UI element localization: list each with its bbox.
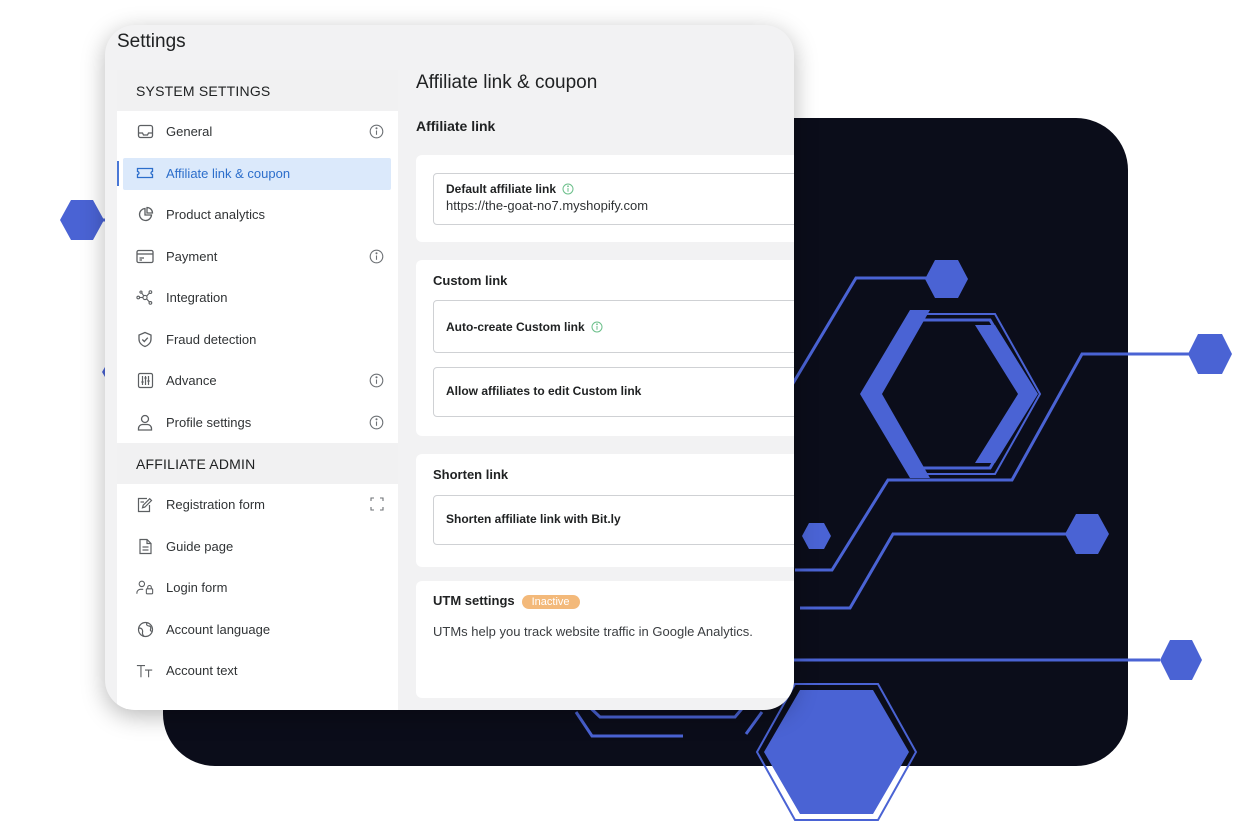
user-icon [136, 413, 154, 431]
affiliate-link-heading: Affiliate link [416, 118, 496, 134]
inbox-icon [136, 123, 154, 141]
network-icon [136, 289, 154, 307]
sidebar-item-label: Integration [166, 290, 228, 306]
sidebar-item-guide-page[interactable]: Guide page [117, 526, 398, 568]
sidebar-item-label: Advance [166, 373, 217, 389]
sidebar-item-label: Product analytics [166, 207, 265, 223]
pie-chart-icon [136, 206, 154, 224]
user-lock-icon [136, 579, 154, 597]
sidebar-item-account-text[interactable]: Account text [117, 650, 398, 692]
default-link-card: Default affiliate link https://the-goat-… [416, 155, 794, 242]
settings-content: Affiliate link & coupon Affiliate link D… [416, 70, 794, 710]
shorten-bitly-label: Shorten affiliate link with Bit.ly [446, 512, 621, 526]
sidebar-item-label: Guide page [166, 538, 234, 554]
sidebar-item-label: Payment [166, 248, 218, 264]
sidebar-item-account-language[interactable]: Account language [117, 609, 398, 651]
auto-create-custom-link-label: Auto-create Custom link [446, 320, 585, 334]
sidebar-item-product-analytics[interactable]: Product analytics [117, 194, 398, 236]
window-title: Settings [117, 31, 186, 52]
custom-link-title: Custom link [433, 273, 508, 288]
utm-description: UTMs help you track website traffic in G… [433, 624, 753, 639]
section-heading-system-settings: SYSTEM SETTINGS [117, 70, 398, 111]
sidebar-item-advance[interactable]: Advance [117, 360, 398, 402]
info-icon[interactable] [591, 321, 603, 333]
sidebar-item-integration[interactable]: Integration [117, 277, 398, 319]
page-title: Affiliate link & coupon [416, 72, 598, 93]
sidebar-item-login-form[interactable]: Login form [117, 567, 398, 609]
info-icon[interactable] [562, 183, 574, 195]
info-icon[interactable] [369, 124, 384, 142]
expand-icon[interactable] [370, 497, 384, 514]
sidebar-item-registration-form[interactable]: Registration form [117, 484, 398, 526]
sidebar-item-label: Affiliate link & coupon [166, 165, 291, 181]
settings-sidebar: SYSTEM SETTINGS General Affiliate link &… [117, 70, 398, 710]
auto-create-custom-link-row[interactable]: Auto-create Custom link [433, 300, 794, 353]
settings-window: Settings SYSTEM SETTINGS General Affilia… [105, 25, 794, 710]
status-badge: Inactive [521, 595, 580, 609]
shield-check-icon [136, 330, 154, 348]
info-icon[interactable] [369, 415, 384, 433]
section-heading-affiliate-admin: AFFILIATE ADMIN [117, 443, 398, 484]
sidebar-item-fraud-detection[interactable]: Fraud detection [117, 319, 398, 361]
credit-card-icon [136, 247, 154, 265]
utm-settings-title: UTM settings [433, 593, 515, 608]
sidebar-item-label: Account text [166, 663, 238, 679]
shorten-bitly-row[interactable]: Shorten affiliate link with Bit.ly [433, 495, 794, 545]
text-size-icon [136, 662, 154, 680]
custom-link-card: Custom link Auto-create Custom link Allo… [416, 260, 794, 436]
default-affiliate-link-label: Default affiliate link [446, 182, 557, 196]
default-affiliate-link-value: https://the-goat-no7.myshopify.com [446, 198, 649, 213]
sidebar-item-label: Fraud detection [166, 331, 257, 347]
shorten-link-title: Shorten link [433, 467, 509, 482]
sidebar-item-label: Profile settings [166, 414, 252, 430]
document-icon [136, 537, 154, 555]
allow-edit-custom-link-label: Allow affiliates to edit Custom link [446, 384, 642, 398]
info-icon[interactable] [369, 373, 384, 391]
shorten-link-card: Shorten link Shorten affiliate link with… [416, 454, 794, 567]
default-affiliate-link-field[interactable]: Default affiliate link https://the-goat-… [433, 173, 794, 225]
sidebar-item-label: Account language [166, 621, 271, 637]
form-edit-icon [136, 496, 154, 514]
active-indicator [117, 160, 119, 186]
sidebar-item-label: Login form [166, 580, 228, 596]
sidebar-item-label: General [166, 124, 213, 140]
sidebar-item-profile-settings[interactable]: Profile settings [117, 402, 398, 444]
sidebar-item-general[interactable]: General [117, 111, 398, 153]
info-icon[interactable] [369, 249, 384, 267]
utm-settings-card: UTM settings Inactive UTMs help you track… [416, 581, 794, 698]
sidebar-item-label: Registration form [166, 497, 265, 513]
sliders-icon [136, 372, 154, 390]
sidebar-item-affiliate-link-coupon[interactable]: Affiliate link & coupon [117, 153, 398, 195]
allow-edit-custom-link-row[interactable]: Allow affiliates to edit Custom link [433, 367, 794, 417]
ticket-icon [136, 164, 154, 182]
sidebar-item-payment[interactable]: Payment [117, 236, 398, 278]
globe-icon [136, 620, 154, 638]
